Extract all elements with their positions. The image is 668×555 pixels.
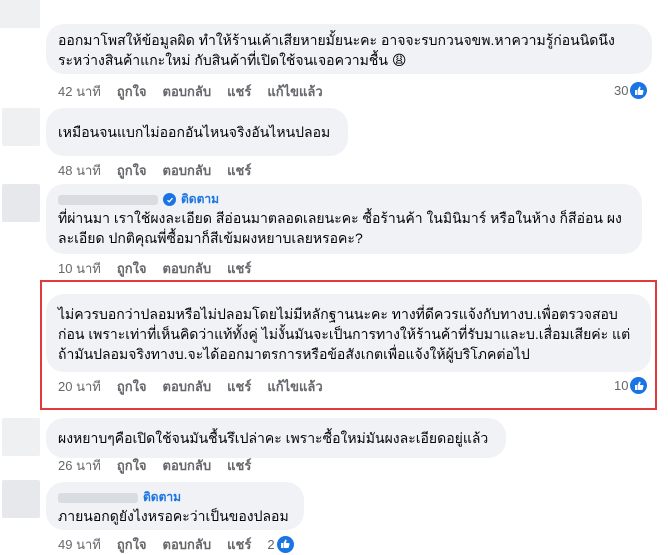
- comment-bubble: เหมือนจนแบกไม่ออกอันไหนจริงอันไหนปลอม: [46, 108, 348, 156]
- reply-button[interactable]: ตอบกลับ: [163, 534, 212, 555]
- avatar[interactable]: [2, 108, 40, 146]
- author-name-blurred[interactable]: [58, 194, 158, 205]
- comment-text: ผงหยาบๆคือเปิดใช้จนมันชื้นรึเปล่าคะ เพรา…: [58, 430, 489, 446]
- like-button[interactable]: ถูกใจ: [117, 455, 147, 476]
- avatar[interactable]: [2, 418, 40, 456]
- comment-time[interactable]: 49 นาที: [58, 534, 101, 555]
- follow-button[interactable]: ติดตาม: [181, 190, 219, 209]
- reply-button[interactable]: ตอบกลับ: [163, 81, 212, 102]
- reaction-number: 2: [267, 536, 275, 552]
- author-name-blurred[interactable]: [58, 492, 138, 503]
- avatar[interactable]: [2, 184, 40, 222]
- share-button[interactable]: แชร์: [227, 455, 251, 476]
- comment-actions: 48 นาที ถูกใจ ตอบกลับ แชร์: [58, 161, 251, 179]
- comment-actions: 26 นาที ถูกใจ ตอบกลับ แชร์: [58, 456, 251, 474]
- follow-button[interactable]: ติดตาม: [143, 488, 181, 507]
- like-button[interactable]: ถูกใจ: [117, 258, 147, 279]
- comment-text: ภายนอกดูยังไงหรอคะว่าเป็นของปลอม: [58, 508, 289, 524]
- comment-time[interactable]: 26 นาที: [58, 455, 101, 476]
- comment-text: เหมือนจนแบกไม่ออกอันไหนจริงอันไหนปลอม: [58, 124, 331, 140]
- comment-author: ติดตาม: [58, 488, 181, 507]
- reply-button[interactable]: ตอบกลับ: [163, 455, 212, 476]
- comment-time[interactable]: 48 นาที: [58, 160, 101, 181]
- avatar[interactable]: [2, 480, 40, 518]
- like-button[interactable]: ถูกใจ: [117, 534, 147, 555]
- comment-time[interactable]: 10 นาที: [58, 258, 101, 279]
- thumbs-up-icon: [630, 82, 648, 99]
- comment-bubble: ผงหยาบๆคือเปิดใช้จนมันชื้นรึเปล่าคะ เพรา…: [46, 418, 506, 458]
- comment-actions: 10 นาที ถูกใจ ตอบกลับ แชร์: [58, 259, 251, 277]
- like-button[interactable]: ถูกใจ: [117, 81, 147, 102]
- comment-time[interactable]: 42 นาที: [58, 81, 101, 102]
- reply-button[interactable]: ตอบกลับ: [163, 258, 212, 279]
- reaction-count[interactable]: 30: [614, 82, 648, 99]
- comment-text: ที่ผ่านมา เราใช้ผงละเอียด สีอ่อนมาตลอดเล…: [58, 210, 622, 246]
- comment-actions: 49 นาที ถูกใจ ตอบกลับ แชร์ 2: [58, 535, 294, 553]
- verified-check-icon: [163, 193, 176, 206]
- share-button[interactable]: แชร์: [227, 534, 251, 555]
- comment-bubble: ออกมาโพสให้ข้อมูลผิด ทำให้ร้านเค้าเสียหา…: [46, 24, 652, 74]
- share-button[interactable]: แชร์: [227, 81, 251, 102]
- comment-text: ออกมาโพสให้ข้อมูลผิด ทำให้ร้านเค้าเสียหา…: [58, 32, 615, 68]
- highlight-box: [40, 280, 657, 410]
- edited-label[interactable]: แก้ไขแล้ว: [267, 81, 322, 102]
- avatar-placeholder-top: [0, 0, 40, 28]
- share-button[interactable]: แชร์: [227, 160, 251, 181]
- comment-author: ติดตาม: [58, 190, 219, 209]
- reply-button[interactable]: ตอบกลับ: [163, 160, 212, 181]
- share-button[interactable]: แชร์: [227, 258, 251, 279]
- like-button[interactable]: ถูกใจ: [117, 160, 147, 181]
- reaction-number: 30: [614, 83, 629, 98]
- comment-actions: 42 นาที ถูกใจ ตอบกลับ แชร์ แก้ไขแล้ว: [58, 82, 323, 100]
